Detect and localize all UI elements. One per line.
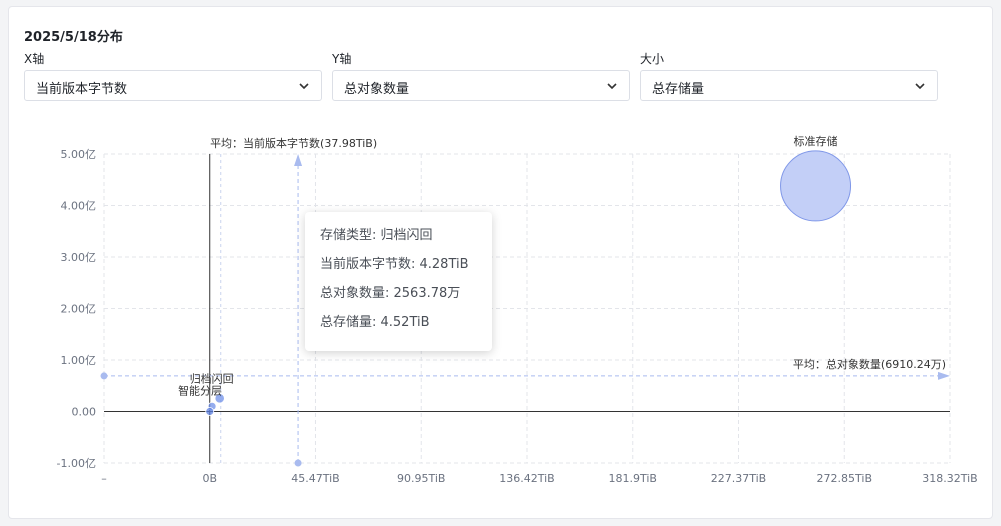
avg-y-label: 平均：总对象数量(6910.24万) — [793, 357, 946, 371]
bubble-point — [205, 407, 215, 416]
bubble-label: 智能分层 — [178, 383, 222, 397]
chart-tooltip: 存储类型: 归档闪回 当前版本字节数: 4.28TiB 总对象数量: 2563.… — [305, 212, 492, 351]
y-tick-label: 5.00亿 — [61, 148, 97, 161]
x-tick-label: 181.9TiB — [609, 472, 657, 485]
tooltip-row-objects: 总对象数量: 2563.78万 — [320, 286, 461, 301]
avg-y-arrow — [938, 371, 950, 380]
y-tick-label: 3.00亿 — [61, 251, 97, 264]
x-tick-label: 227.37TiB — [711, 472, 766, 485]
y-tick-label: 1.00亿 — [61, 354, 97, 367]
avg-x-arrow — [294, 154, 303, 166]
bubble-point — [780, 150, 852, 222]
avg-x-start-point — [294, 459, 302, 467]
avg-y-start-point — [100, 372, 108, 380]
x-tick-label: – — [101, 472, 107, 485]
distribution-panel: 2025/5/18分布 X轴 当前版本字节数 Y轴 总对象数量 大小 总存储量 … — [8, 6, 993, 519]
x-tick-label: 0B — [202, 472, 217, 485]
x-tick-label: 45.47TiB — [291, 472, 339, 485]
tooltip-row-type: 存储类型: 归档闪回 — [320, 228, 433, 243]
y-tick-label: 4.00亿 — [61, 200, 97, 213]
y-tick-label: 0.00 — [72, 406, 97, 419]
y-tick-label: 2.00亿 — [61, 303, 97, 316]
avg-x-label: 平均：当前版本字节数(37.98TiB) — [210, 136, 377, 150]
bubble-label: 归档闪回 — [190, 371, 234, 385]
x-tick-label: 136.42TiB — [499, 472, 554, 485]
tooltip-row-bytes: 当前版本字节数: 4.28TiB — [320, 257, 469, 272]
x-tick-label: 318.32TiB — [922, 472, 977, 485]
bubble-label: 标准存储 — [794, 134, 838, 148]
x-tick-label: 272.85TiB — [817, 472, 872, 485]
tooltip-row-storage: 总存储量: 4.52TiB — [320, 315, 430, 330]
x-tick-label: 90.95TiB — [397, 472, 445, 485]
y-tick-label: -1.00亿 — [57, 457, 96, 470]
bubble-chart[interactable]: – 0B 45.47TiB 90.95TiB 136.42TiB 181.9TiB 227.… — [9, 7, 994, 520]
